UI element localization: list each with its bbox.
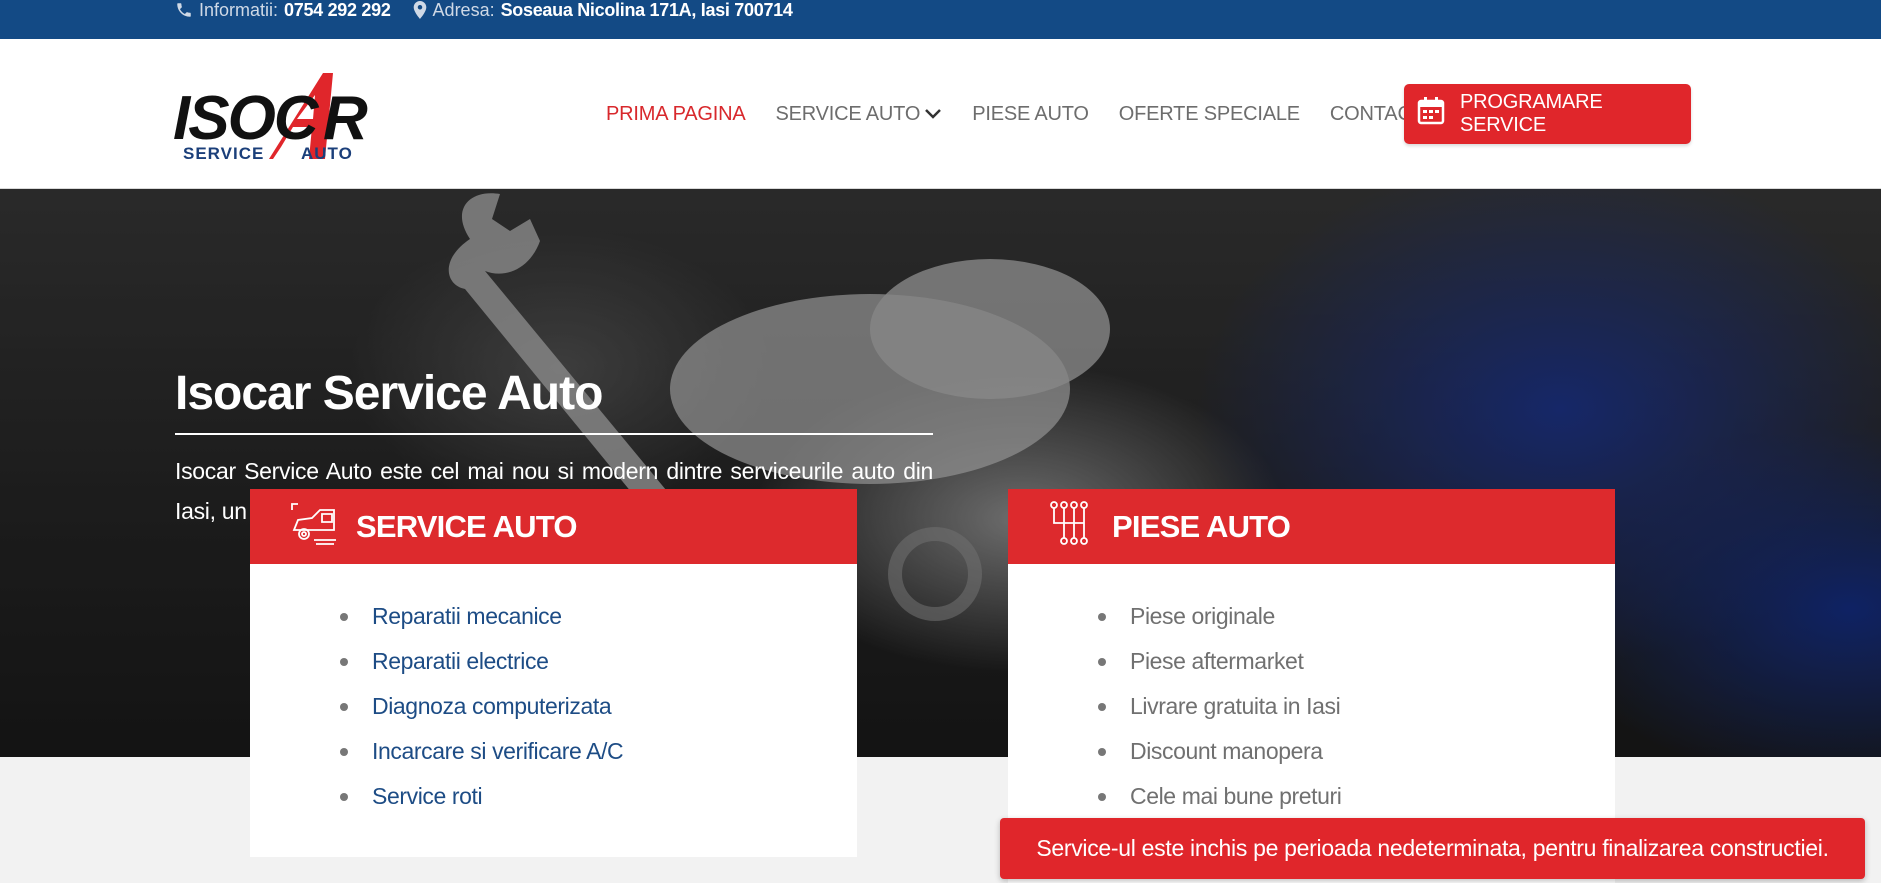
piese-auto-card-title: PIESE AUTO bbox=[1112, 508, 1291, 544]
svg-text:AUTO: AUTO bbox=[301, 144, 353, 163]
nav-item-service-auto[interactable]: SERVICE AUTO bbox=[776, 103, 943, 126]
list-item-label: Reparatii electrice bbox=[372, 648, 549, 674]
svg-text:SERVICE: SERVICE bbox=[183, 144, 264, 163]
main-nav: PRIMA PAGINA SERVICE AUTO PIESE AUTO OFE… bbox=[606, 84, 1454, 144]
hero-divider bbox=[175, 433, 933, 435]
phone-number[interactable]: 0754 292 292 bbox=[284, 0, 391, 21]
svg-text:ISOC: ISOC bbox=[173, 84, 320, 153]
list-item-label: Incarcare si verificare A/C bbox=[372, 738, 624, 764]
list-item: Cele mai bune preturi bbox=[1098, 774, 1615, 819]
list-item[interactable]: Diagnoza computerizata bbox=[340, 684, 857, 729]
calendar-icon bbox=[1416, 96, 1446, 132]
chevron-down-icon bbox=[924, 103, 942, 126]
nav-label: PIESE AUTO bbox=[972, 102, 1089, 125]
nav-label: PRIMA PAGINA bbox=[606, 102, 746, 125]
bullet bbox=[1098, 612, 1106, 621]
list-item-label: Discount manopera bbox=[1130, 738, 1323, 764]
service-auto-card-title: SERVICE AUTO bbox=[356, 508, 577, 544]
nav-item-piese-auto[interactable]: PIESE AUTO bbox=[972, 103, 1089, 126]
map-pin-icon bbox=[413, 1, 427, 19]
site-logo[interactable]: ISOC R SERVICE AUTO bbox=[173, 67, 373, 163]
nav-label: OFERTE SPECIALE bbox=[1118, 102, 1300, 125]
list-item-label: Diagnoza computerizata bbox=[372, 693, 612, 719]
programare-service-button[interactable]: PROGRAMARE SERVICE bbox=[1404, 84, 1691, 144]
bullet bbox=[340, 702, 348, 711]
cta-label: PROGRAMARE SERVICE bbox=[1460, 91, 1603, 136]
list-item: Piese originale bbox=[1098, 594, 1615, 639]
list-item-label: Reparatii mecanice bbox=[372, 603, 562, 629]
list-item: Discount manopera bbox=[1098, 729, 1615, 774]
site-header: ISOC R SERVICE AUTO PRIMA PAGINA SERVICE… bbox=[0, 39, 1881, 189]
svg-text:R: R bbox=[323, 84, 368, 153]
list-item: Livrare gratuita in Iasi bbox=[1098, 684, 1615, 729]
service-auto-card-header[interactable]: SERVICE AUTO bbox=[250, 489, 857, 564]
bullet bbox=[1098, 702, 1106, 711]
bullet bbox=[340, 747, 348, 756]
bullet bbox=[1098, 792, 1106, 801]
list-item[interactable]: Reparatii electrice bbox=[340, 639, 857, 684]
notice-text: Service-ul este inchis pe perioada nedet… bbox=[1036, 835, 1829, 861]
hero-title: Isocar Service Auto bbox=[175, 367, 603, 420]
closure-notice-banner[interactable]: Service-ul este inchis pe perioada nedet… bbox=[1000, 818, 1865, 879]
list-item: Piese aftermarket bbox=[1098, 639, 1615, 684]
nav-item-oferte-speciale[interactable]: OFERTE SPECIALE bbox=[1119, 103, 1300, 126]
service-auto-card: SERVICE AUTO Reparatii mecanice Reparati… bbox=[250, 489, 857, 857]
bullet bbox=[1098, 747, 1106, 756]
list-item[interactable]: Service roti bbox=[340, 774, 857, 819]
service-auto-list: Reparatii mecanice Reparatii electrice D… bbox=[250, 564, 857, 819]
list-item-label: Livrare gratuita in Iasi bbox=[1130, 693, 1341, 719]
nav-label: SERVICE AUTO bbox=[775, 102, 921, 125]
phone-label: Informatii: bbox=[199, 0, 279, 20]
piese-auto-list: Piese originale Piese aftermarket Livrar… bbox=[1008, 564, 1615, 819]
list-item-label: Cele mai bune preturi bbox=[1130, 783, 1342, 809]
top-info-bar: Informatii: 0754 292 292 Adresa: Soseaua… bbox=[0, 0, 1881, 39]
bullet bbox=[340, 792, 348, 801]
car-service-icon bbox=[290, 500, 338, 554]
gearbox-icon bbox=[1048, 500, 1094, 554]
address-value: Soseaua Nicolina 171A, Iasi 700714 bbox=[500, 0, 793, 20]
bullet bbox=[1098, 657, 1106, 666]
list-item[interactable]: Incarcare si verificare A/C bbox=[340, 729, 857, 774]
list-item[interactable]: Reparatii mecanice bbox=[340, 594, 857, 639]
nav-item-prima-pagina[interactable]: PRIMA PAGINA bbox=[606, 103, 746, 126]
phone-icon bbox=[175, 1, 193, 19]
bullet bbox=[340, 657, 348, 666]
bullet bbox=[340, 612, 348, 621]
list-item-label: Piese aftermarket bbox=[1130, 648, 1304, 674]
list-item-label: Piese originale bbox=[1130, 603, 1275, 629]
address-label: Adresa: bbox=[432, 0, 495, 20]
piese-auto-card-header[interactable]: PIESE AUTO bbox=[1008, 489, 1615, 564]
list-item-label: Service roti bbox=[372, 783, 483, 809]
